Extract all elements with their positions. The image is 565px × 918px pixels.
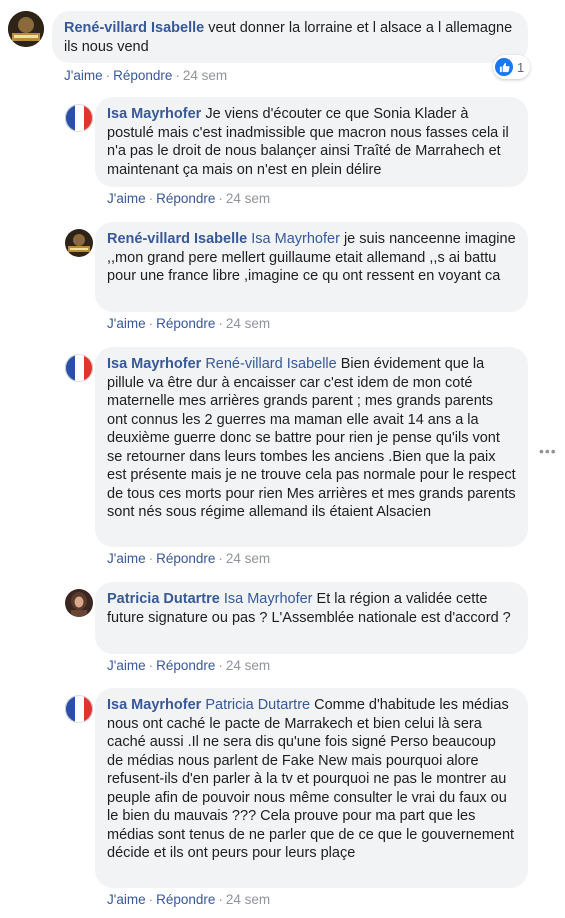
mention-link[interactable]: René-villard Isabelle	[205, 356, 336, 372]
comment-actions: J'aime · Répondre · 24 sem	[107, 551, 271, 566]
french-flag-avatar-icon	[65, 695, 93, 723]
comment-actions: J'aime · Répondre · 24 sem	[107, 658, 271, 673]
author-name[interactable]: Isa Mayrhofer	[107, 106, 201, 122]
avatar[interactable]	[8, 11, 44, 47]
mention-link[interactable]: Isa Mayrhofer	[224, 591, 313, 607]
timestamp[interactable]: 24 sem	[226, 191, 270, 206]
author-name[interactable]: Patricia Dutartre	[107, 591, 220, 607]
author-name[interactable]: Isa Mayrhofer	[107, 697, 201, 713]
reaction-number: 1	[517, 59, 525, 75]
more-options-icon[interactable]: •••	[539, 443, 557, 459]
reply-link[interactable]: Répondre	[156, 191, 215, 206]
like-link[interactable]: J'aime	[107, 658, 146, 673]
avatar-photo-icon	[65, 589, 93, 617]
avatar[interactable]	[65, 229, 93, 257]
avatar-photo-icon	[8, 11, 44, 47]
avatar[interactable]	[65, 589, 93, 617]
comment-bubble: Isa Mayrhofer René-villard Isabelle Bien…	[95, 347, 528, 547]
like-link[interactable]: J'aime	[107, 551, 146, 566]
reply-link[interactable]: Répondre	[156, 892, 215, 907]
like-link[interactable]: J'aime	[64, 68, 103, 83]
comment-bubble: Patricia Dutartre Isa Mayrhofer Et la ré…	[95, 582, 528, 654]
comment-actions: J'aime · Répondre · 24 sem	[64, 68, 228, 83]
avatar[interactable]	[65, 104, 93, 132]
timestamp[interactable]: 24 sem	[183, 68, 227, 83]
comment-bubble: René-villard Isabelle veut donner la lor…	[52, 11, 528, 63]
comment-bubble: René-villard Isabelle Isa Mayrhofer je s…	[95, 222, 528, 312]
reply-link[interactable]: Répondre	[113, 68, 172, 83]
author-name[interactable]: René-villard Isabelle	[107, 231, 247, 247]
timestamp[interactable]: 24 sem	[226, 551, 270, 566]
reply-link[interactable]: Répondre	[156, 316, 215, 331]
timestamp[interactable]: 24 sem	[226, 316, 270, 331]
comment-bubble: Isa Mayrhofer Je viens d'écouter ce que …	[95, 97, 528, 187]
comment-bubble: Isa Mayrhofer Patricia Dutartre Comme d'…	[95, 688, 528, 888]
reaction-count[interactable]: 1	[493, 55, 531, 79]
avatar[interactable]	[65, 695, 93, 723]
like-link[interactable]: J'aime	[107, 316, 146, 331]
like-thumb-icon	[495, 58, 513, 76]
reply-link[interactable]: Répondre	[156, 658, 215, 673]
avatar[interactable]	[65, 354, 93, 382]
like-link[interactable]: J'aime	[107, 892, 146, 907]
comment-text: Bien évidement que la pillule va être du…	[107, 356, 516, 520]
comment-actions: J'aime · Répondre · 24 sem	[107, 191, 271, 206]
mention-link[interactable]: Patricia Dutartre	[205, 697, 310, 713]
french-flag-avatar-icon	[65, 104, 93, 132]
reply-link[interactable]: Répondre	[156, 551, 215, 566]
timestamp[interactable]: 24 sem	[226, 658, 270, 673]
avatar-photo-icon	[65, 229, 93, 257]
comment-actions: J'aime · Répondre · 24 sem	[107, 316, 271, 331]
comment-text: Comme d'habitude les médias nous ont cac…	[107, 697, 515, 861]
like-link[interactable]: J'aime	[107, 191, 146, 206]
comment-actions: J'aime · Répondre · 24 sem	[107, 892, 271, 907]
author-name[interactable]: René-villard Isabelle	[64, 20, 204, 36]
author-name[interactable]: Isa Mayrhofer	[107, 356, 201, 372]
timestamp[interactable]: 24 sem	[226, 892, 270, 907]
mention-link[interactable]: Isa Mayrhofer	[251, 231, 340, 247]
french-flag-avatar-icon	[65, 354, 93, 382]
